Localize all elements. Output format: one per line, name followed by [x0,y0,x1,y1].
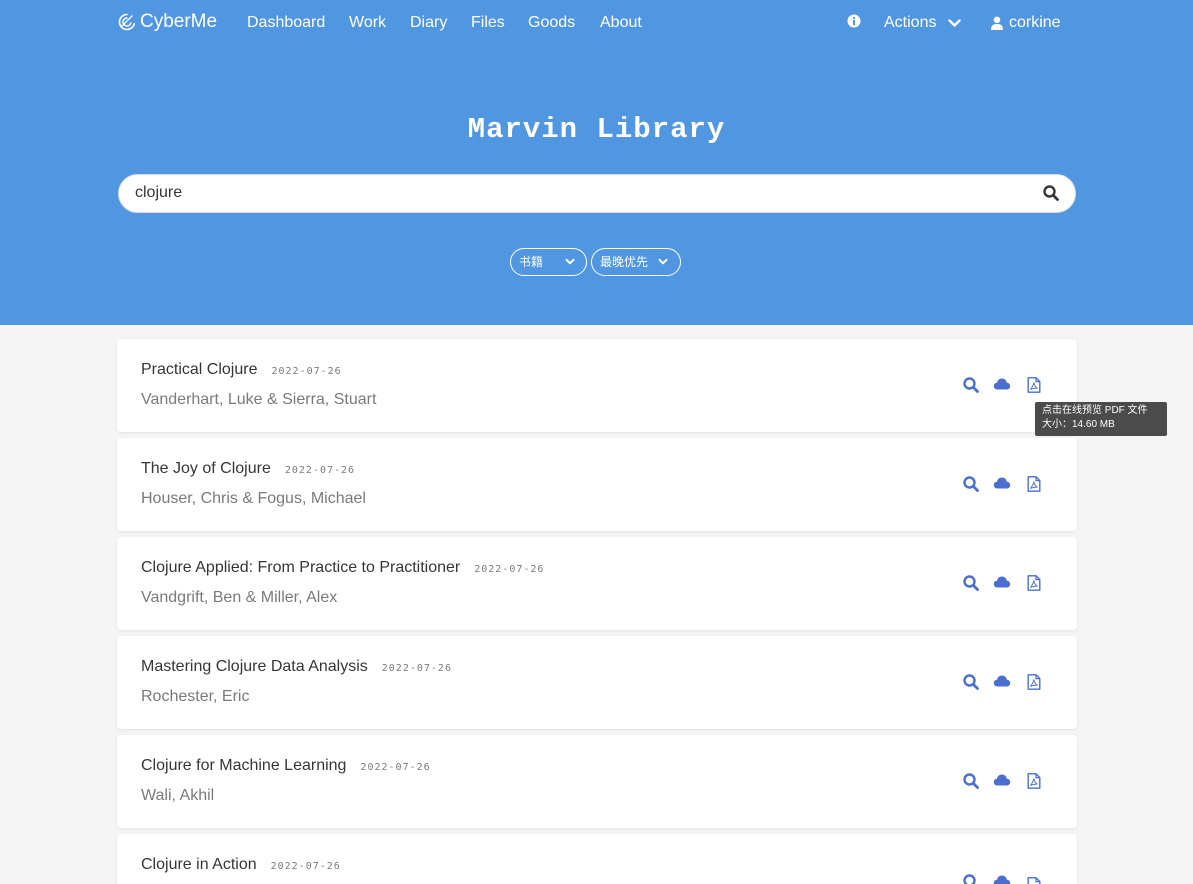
brand-name: CyberMe [140,11,218,32]
pdf-icon [1027,575,1041,591]
cloud-icon [993,774,1011,786]
cloud-download-button[interactable] [993,377,1011,396]
book-date: 2022-07-26 [271,366,342,377]
search-book-button[interactable] [963,377,979,398]
book-title[interactable]: Practical Clojure [141,361,257,379]
search-input[interactable] [135,184,1015,202]
nav-link-about[interactable]: About [600,13,642,33]
book-authors: Rochester, Eric [141,688,250,705]
info-button[interactable] [847,14,861,33]
brand-link[interactable]: CyberMe [118,11,217,33]
cloud-icon [993,576,1011,588]
chevron-down-icon [565,258,575,265]
book-title[interactable]: The Joy of Clojure [141,460,271,478]
pdf-preview-button[interactable] [1027,575,1041,596]
pdf-icon [1027,773,1041,789]
sort-select[interactable]: 最晚优先 [591,248,681,276]
book-authors: Vanderhart, Luke & Sierra, Stuart [141,391,377,408]
pdf-icon [1027,476,1041,492]
pdf-preview-button[interactable] [1027,674,1041,695]
search-book-button[interactable] [963,674,979,695]
book-title[interactable]: Clojure Applied: From Practice to Practi… [141,559,460,577]
book-heading: The Joy of Clojure 2022-07-26 [141,460,355,478]
nav-link-dashboard[interactable]: Dashboard [247,13,325,33]
pdf-tooltip: 点击在线预览 PDF 文件 大小：14.60 MB [1035,402,1167,436]
actions-dropdown[interactable]: Actions [884,13,962,33]
search-icon [963,874,976,884]
hero-section: CyberMe Dashboard Work Diary Files Goods… [0,0,1193,325]
pdf-preview-button[interactable] [1027,377,1041,398]
user-icon [991,16,1003,30]
book-heading: Clojure for Machine Learning 2022-07-26 [141,757,431,775]
nav-link-files[interactable]: Files [471,13,505,33]
pdf-preview-button[interactable] [1027,874,1041,884]
book-title[interactable]: Clojure for Machine Learning [141,757,346,775]
pdf-icon [1027,377,1041,393]
tooltip-line-1: 点击在线预览 PDF 文件 [1042,405,1148,416]
search-book-button[interactable] [963,575,979,596]
book-date: 2022-07-26 [360,762,431,773]
nav-link-diary[interactable]: Diary [410,13,447,33]
cloud-download-button[interactable] [993,476,1011,495]
book-card: Clojure in Action 2022-07-26 [117,834,1077,884]
book-date: 2022-07-26 [284,465,356,476]
nav-link-work[interactable]: Work [349,13,386,33]
book-authors: Vandgrift, Ben & Miller, Alex [141,589,338,606]
search-icon [1043,185,1059,201]
book-title[interactable]: Clojure in Action [141,856,257,874]
pdf-icon [1027,674,1041,690]
search-book-button[interactable] [963,476,979,497]
book-date: 2022-07-26 [474,564,545,575]
chevron-down-icon [658,258,668,265]
tooltip-line-2: 大小：14.60 MB [1042,419,1115,430]
book-card: Clojure for Machine Learning 2022-07-26 … [117,735,1077,828]
book-date: 2022-07-26 [381,663,452,674]
cloud-download-button[interactable] [993,773,1011,792]
book-authors: Wali, Akhil [141,787,215,804]
cloud-icon [993,378,1011,390]
search-icon [963,377,979,393]
pdf-icon [1027,877,1041,884]
sort-select-value: 最晚优先 [600,255,649,269]
chevron-down-icon [948,18,962,27]
search-icon [963,575,979,591]
cloud-download-button[interactable] [993,874,1011,884]
info-icon [847,14,861,28]
pdf-preview-button[interactable] [1027,476,1041,497]
cloud-download-button[interactable] [993,575,1011,594]
user-name: corkine [1009,14,1061,31]
logo-icon [118,13,136,31]
book-card: Practical Clojure 2022-07-26 Vanderhart,… [117,339,1077,432]
search-bar [118,174,1076,213]
search-button[interactable] [1043,185,1059,206]
nav-link-goods[interactable]: Goods [528,13,575,33]
cloud-icon [993,477,1011,489]
search-icon [963,476,979,492]
search-book-button[interactable] [963,773,979,794]
user-menu[interactable]: corkine [991,13,1061,33]
book-card: Clojure Applied: From Practice to Practi… [117,537,1077,630]
book-heading: Clojure in Action 2022-07-26 [141,856,341,874]
book-heading: Practical Clojure 2022-07-26 [141,361,342,379]
cloud-icon [993,675,1011,687]
type-select-value: 书籍 [519,255,544,269]
type-select[interactable]: 书籍 [510,248,587,276]
navbar: CyberMe Dashboard Work Diary Files Goods… [0,0,1193,46]
cloud-icon [993,875,1011,884]
book-date: 2022-07-26 [270,861,341,872]
book-card: The Joy of Clojure 2022-07-26 Houser, Ch… [117,438,1077,531]
book-title[interactable]: Mastering Clojure Data Analysis [141,658,368,676]
pdf-preview-button[interactable] [1027,773,1041,794]
book-heading: Mastering Clojure Data Analysis 2022-07-… [141,658,452,676]
search-icon [963,773,979,789]
search-icon [963,674,979,690]
cloud-download-button[interactable] [993,674,1011,693]
book-heading: Clojure Applied: From Practice to Practi… [141,559,544,577]
book-card: Mastering Clojure Data Analysis 2022-07-… [117,636,1077,729]
actions-label: Actions [884,14,937,31]
page-title: Marvin Library [467,113,726,146]
book-authors: Houser, Chris & Fogus, Michael [141,490,366,507]
search-book-button[interactable] [963,874,979,884]
